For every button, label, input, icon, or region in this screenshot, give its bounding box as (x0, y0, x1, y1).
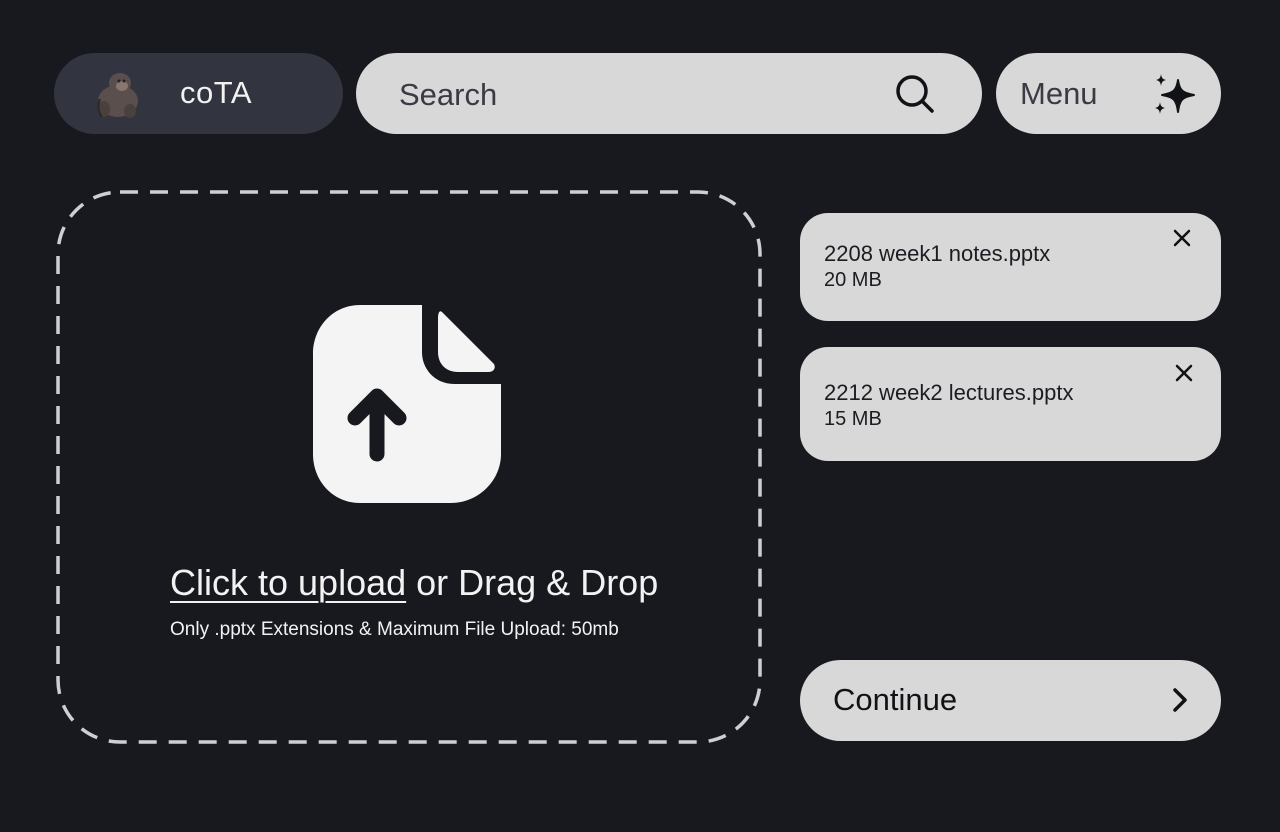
brand-pill[interactable]: coTA (54, 53, 343, 134)
sparkles-icon (1155, 74, 1195, 114)
gorilla-avatar-icon (97, 73, 138, 118)
brand-name: coTA (180, 75, 253, 110)
search-placeholder[interactable]: Search (399, 77, 497, 113)
file-card: 2208 week1 notes.pptx 20 MB (800, 213, 1221, 321)
file-size: 20 MB (824, 269, 882, 291)
menu-button[interactable]: Menu (996, 53, 1221, 134)
continue-button[interactable]: Continue (800, 660, 1221, 741)
file-name: 2208 week1 notes.pptx (824, 241, 1051, 266)
close-icon[interactable] (1171, 227, 1193, 249)
file-card: 2212 week2 lectures.pptx 15 MB (800, 347, 1221, 461)
file-name: 2212 week2 lectures.pptx (824, 380, 1074, 405)
click-to-upload-link[interactable]: Click to upload (170, 562, 406, 603)
file-upload-icon (313, 305, 501, 503)
upload-hint: Only .pptx Extensions & Maximum File Upl… (170, 619, 619, 640)
close-icon[interactable] (1173, 362, 1195, 384)
continue-label: Continue (833, 682, 958, 717)
upload-dropzone[interactable]: Click to upload or Drag & Drop Only .ppt… (56, 190, 762, 744)
upload-headline: Click to upload or Drag & Drop (170, 562, 658, 604)
drag-drop-text: or Drag & Drop (406, 562, 659, 603)
search-icon[interactable] (894, 73, 936, 115)
search-bar[interactable]: Search (356, 53, 982, 134)
menu-label: Menu (1020, 76, 1098, 111)
file-size: 15 MB (824, 408, 882, 430)
chevron-right-icon (1173, 688, 1187, 712)
